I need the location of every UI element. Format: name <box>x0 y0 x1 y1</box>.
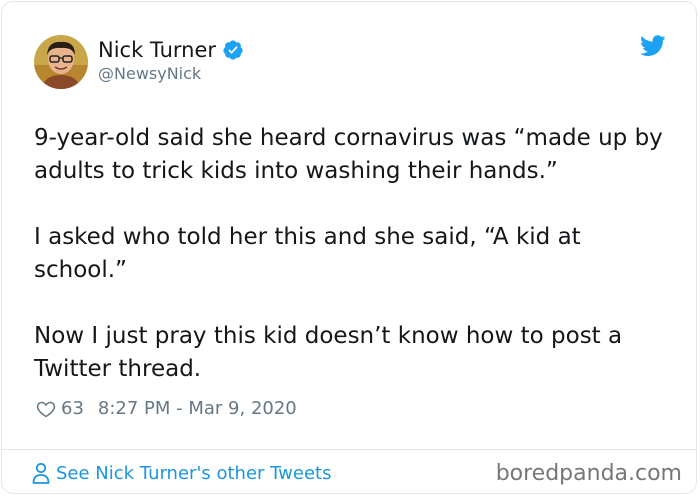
author-names: Nick Turner @NewsyNick <box>98 38 244 83</box>
avatar[interactable] <box>34 35 88 89</box>
tweet-card: Nick Turner @NewsyNick 9-year-old said s… <box>1 1 697 494</box>
author-handle[interactable]: @NewsyNick <box>98 64 244 83</box>
verified-badge-icon <box>222 39 244 61</box>
tweet-paragraph-2: I asked who told her this and she said, … <box>34 224 581 283</box>
tweet-paragraph-1: 9-year-old said she heard cornavirus was… <box>34 125 663 184</box>
display-name-row: Nick Turner <box>98 38 244 62</box>
tweet-header: Nick Turner @NewsyNick <box>34 32 244 92</box>
see-other-tweets-label: See Nick Turner's other Tweets <box>56 462 332 484</box>
footer-divider <box>2 449 696 450</box>
tweet-body: 9-year-old said she heard cornavirus was… <box>34 122 674 386</box>
author-display-name[interactable]: Nick Turner <box>98 38 216 62</box>
see-other-tweets-link[interactable]: See Nick Turner's other Tweets <box>32 462 331 484</box>
tweet-meta: 63 8:27 PM - Mar 9, 2020 <box>36 398 297 419</box>
tweet-paragraph-3: Now I just pray this kid doesn’t know ho… <box>34 323 623 382</box>
like-count[interactable]: 63 <box>61 398 84 419</box>
boredpanda-watermark: boredpanda.com <box>495 461 682 486</box>
tweet-timestamp[interactable]: 8:27 PM - Mar 9, 2020 <box>98 398 297 419</box>
twitter-bird-icon[interactable] <box>640 35 666 57</box>
heart-icon[interactable] <box>36 399 56 419</box>
person-icon <box>32 462 50 484</box>
